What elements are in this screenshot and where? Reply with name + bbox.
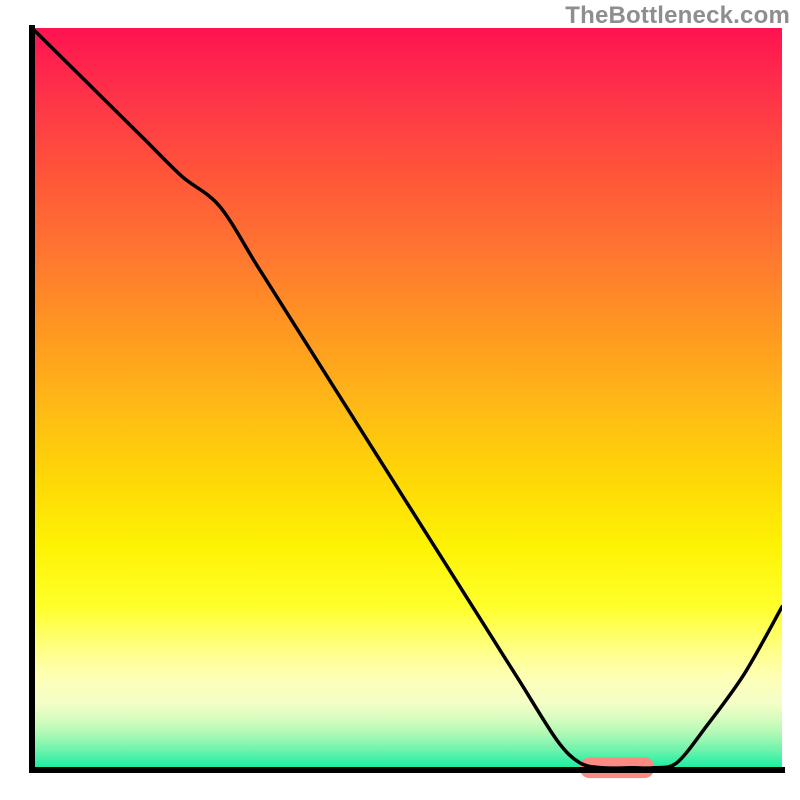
bottleneck-chart	[0, 0, 800, 800]
chart-frame: TheBottleneck.com	[0, 0, 800, 800]
watermark-text: TheBottleneck.com	[565, 2, 790, 30]
